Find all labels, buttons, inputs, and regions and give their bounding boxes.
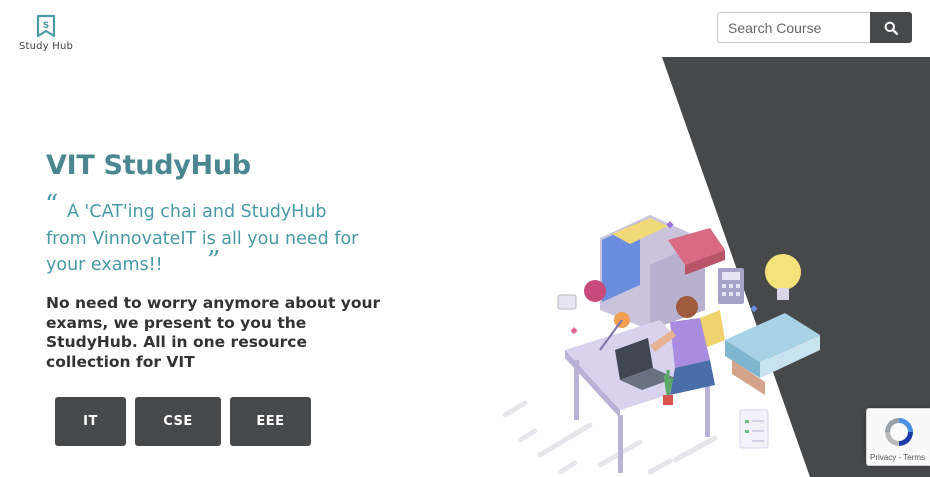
- search-input[interactable]: [717, 12, 870, 43]
- search-icon: [884, 21, 898, 35]
- recaptcha-privacy-link[interactable]: Privacy: [870, 453, 896, 462]
- quote-close-mark: ”: [207, 246, 221, 276]
- hero-description: No need to worry anymore about your exam…: [46, 294, 381, 371]
- recaptcha-links: Privacy - Terms: [870, 453, 925, 462]
- recaptcha-badge[interactable]: Privacy - Terms: [866, 408, 930, 466]
- page-title: VIT StudyHub: [46, 150, 251, 181]
- recaptcha-terms-link[interactable]: Terms: [903, 453, 925, 462]
- search-bar: [717, 12, 912, 43]
- logo[interactable]: S Study Hub: [18, 14, 74, 52]
- recaptcha-icon: [885, 418, 913, 446]
- book-logo-icon: S: [36, 14, 56, 38]
- course-button-cse[interactable]: CSE: [135, 397, 221, 446]
- logo-letter: S: [43, 21, 49, 31]
- tagline-quote: A 'CAT'ing chai and StudyHub from Vinnov…: [46, 202, 359, 275]
- logo-text: Study Hub: [18, 41, 74, 52]
- course-buttons: IT CSE EEE: [55, 397, 311, 446]
- study-illustration: [502, 215, 820, 475]
- course-button-it[interactable]: IT: [55, 397, 126, 446]
- course-button-eee[interactable]: EEE: [230, 397, 311, 446]
- search-button[interactable]: [870, 12, 912, 43]
